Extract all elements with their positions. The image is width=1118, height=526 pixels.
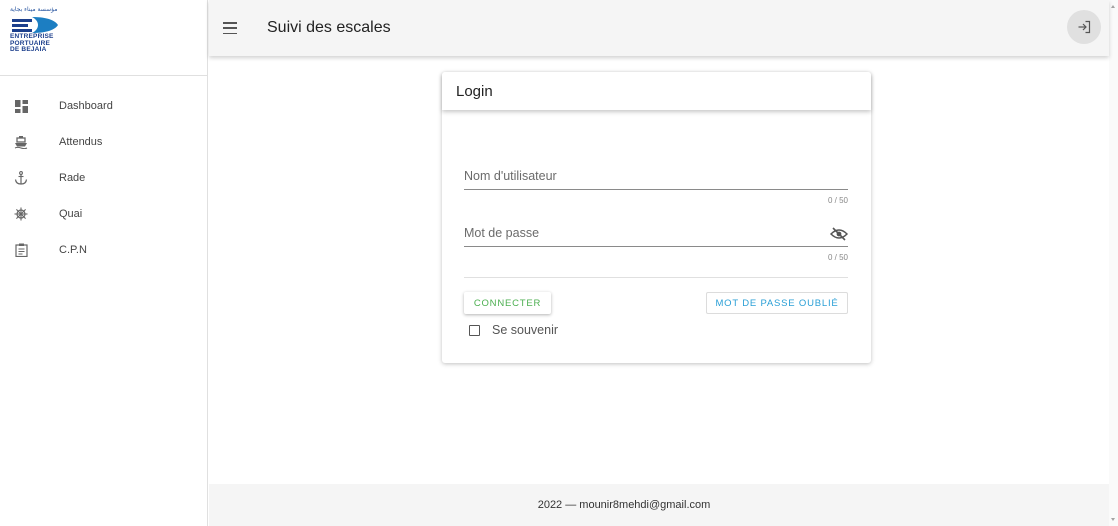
login-card: Login Nom d'utilisateur 0 / 50 Mot de pa…: [442, 72, 871, 363]
remember-me[interactable]: Se souvenir: [469, 323, 558, 337]
logout-button[interactable]: [1067, 10, 1101, 44]
remember-label: Se souvenir: [492, 323, 559, 337]
username-field[interactable]: Nom d'utilisateur 0 / 50: [464, 160, 848, 205]
connect-button[interactable]: CONNECTER: [464, 292, 551, 314]
app-footer: 2022 — mounir8mehdi@gmail.com: [209, 484, 1109, 526]
hamburger-icon[interactable]: [223, 22, 237, 34]
sidebar-item-quai[interactable]: Quai: [0, 196, 207, 232]
username-counter: 0 / 50: [827, 196, 848, 205]
dashboard-icon: [14, 99, 28, 113]
username-placeholder: Nom d'utilisateur: [464, 169, 557, 183]
app-header: Suivi des escales: [209, 0, 1109, 56]
login-card-header: Login: [442, 72, 871, 110]
clipboard-icon: [14, 243, 28, 257]
scroll-down-icon[interactable]: [1111, 518, 1115, 521]
eye-off-icon[interactable]: [830, 227, 848, 241]
main-content: Login Nom d'utilisateur 0 / 50 Mot de pa…: [209, 56, 1109, 484]
logo-area: مؤسسة ميناء بجاية ENTREPRISE PORTUAIRE D…: [0, 0, 207, 76]
logout-icon: [1078, 20, 1091, 34]
logo-shape-icon: [12, 17, 58, 33]
remember-checkbox[interactable]: [469, 324, 480, 336]
ship-wheel-icon: [14, 207, 28, 221]
logo-line-3: DE BEJAIA: [10, 46, 47, 53]
password-placeholder: Mot de passe: [464, 226, 540, 240]
sidebar-item-label: Attendus: [59, 136, 103, 148]
scroll-up-icon[interactable]: [1111, 5, 1115, 8]
ship-icon: [14, 135, 28, 149]
login-title: Login: [456, 82, 493, 100]
sidebar-nav: Dashboard Attendus Rade Quai C.P.N: [0, 76, 207, 268]
sidebar-item-attendus[interactable]: Attendus: [0, 124, 207, 160]
forgot-password-button[interactable]: MOT DE PASSE OUBLIÉ: [706, 292, 848, 314]
page-title: Suivi des escales: [267, 19, 391, 36]
sidebar-item-cpn[interactable]: C.P.N: [0, 232, 207, 268]
company-logo[interactable]: مؤسسة ميناء بجاية ENTREPRISE PORTUAIRE D…: [10, 6, 70, 70]
sidebar-item-label: C.P.N: [59, 244, 87, 256]
username-input[interactable]: Nom d'utilisateur: [464, 160, 848, 190]
logo-arabic-text: مؤسسة ميناء بجاية: [10, 6, 58, 13]
page-scrollbar[interactable]: [1109, 0, 1118, 526]
sidebar-item-dashboard[interactable]: Dashboard: [0, 88, 207, 124]
password-field[interactable]: Mot de passe 0 / 50: [464, 217, 848, 262]
sidebar-item-label: Quai: [59, 208, 83, 220]
sidebar-item-label: Dashboard: [59, 100, 113, 112]
sidebar: مؤسسة ميناء بجاية ENTREPRISE PORTUAIRE D…: [0, 0, 208, 526]
sidebar-item-rade[interactable]: Rade: [0, 160, 207, 196]
password-input[interactable]: Mot de passe: [464, 217, 848, 247]
anchor-icon: [14, 171, 28, 185]
password-counter: 0 / 50: [827, 253, 848, 262]
sidebar-item-label: Rade: [59, 172, 86, 184]
divider: [464, 277, 848, 278]
footer-text: 2022 — mounir8mehdi@gmail.com: [537, 499, 711, 511]
